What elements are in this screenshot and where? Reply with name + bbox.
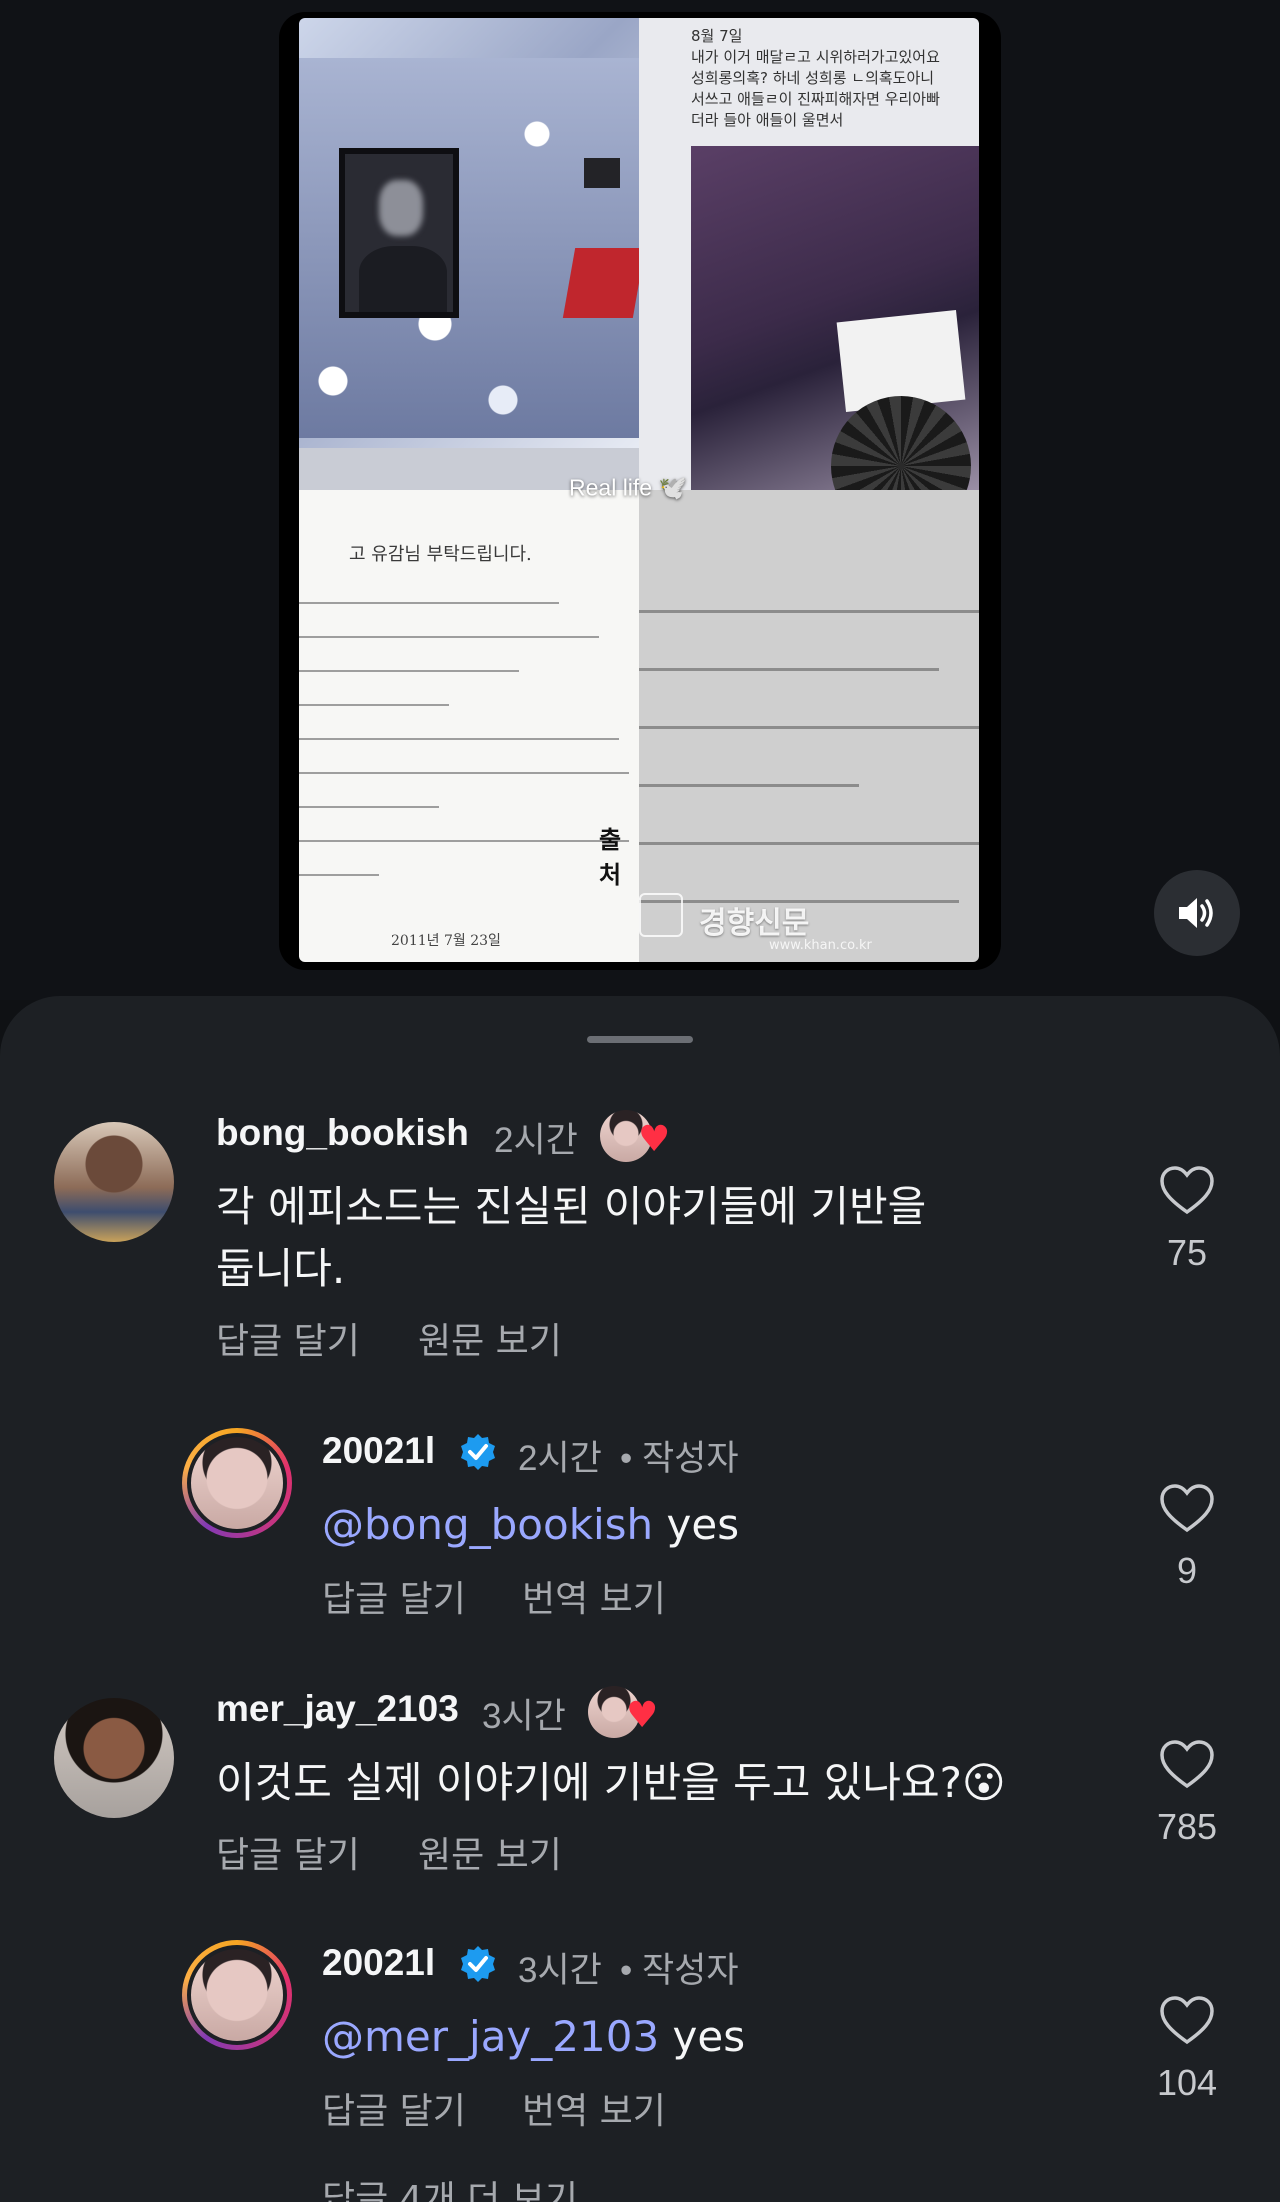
letter-line [299, 636, 599, 638]
video-area[interactable]: 8월 7일 내가 이거 매달ㄹ고 시위하러가고있어요 성희롱의혹? 하네 성희롱… [0, 0, 1280, 1000]
banner-fragment [584, 158, 620, 188]
heart-outline-icon[interactable] [1158, 1164, 1216, 1216]
comment-text-line: 둡니다. [216, 1244, 346, 1293]
comment-text-body: yes [659, 2012, 746, 2061]
see-translation-button[interactable]: 번역 보기 [522, 2082, 666, 2134]
video-caption: Real life 🕊️ [569, 474, 688, 501]
reply-button[interactable]: 답글 달기 [322, 2082, 466, 2134]
comment-text: 이것도 실제 이야기에 기반을 두고 있나요?😮 [216, 1758, 1006, 1807]
letter-line [639, 842, 979, 845]
blurred-face [379, 180, 423, 236]
heart-outline-icon[interactable] [1158, 1738, 1216, 1790]
like-count: 785 [1156, 1806, 1218, 1847]
heart-outline-icon[interactable] [1158, 1482, 1216, 1534]
comment-username[interactable]: mer_jay_2103 [216, 1688, 459, 1730]
comment-username[interactable]: bong_bookish [216, 1112, 469, 1154]
comment-text-line: 각 에피소드는 진실된 이야기들에 기반을 [216, 1182, 927, 1231]
like-count: 75 [1166, 1232, 1208, 1273]
source-label: 출처 [599, 826, 622, 889]
like-count: 9 [1176, 1550, 1198, 1591]
letter-line [639, 668, 939, 671]
reply-button[interactable]: 답글 달기 [322, 1570, 466, 1622]
verified-badge-icon [461, 1434, 495, 1470]
letter-date: 2011년 7월 23일 [391, 933, 501, 949]
avatar[interactable] [182, 1940, 292, 2050]
comment-time: 3시간 [482, 1697, 566, 1736]
newspaper-url: www.khan.co.kr [769, 938, 872, 953]
liked-by-author-badge: ♥ [588, 1686, 662, 1738]
letter-line [299, 772, 629, 774]
comment-time: 3시간 [518, 1951, 602, 1990]
heart-outline-icon[interactable] [1158, 1994, 1216, 2046]
mention-link[interactable]: @mer_jay_2103 [322, 2012, 659, 2061]
video-collage: 8월 7일 내가 이거 매달ㄹ고 시위하러가고있어요 성희롱의혹? 하네 성희롱… [299, 18, 979, 962]
letter-line [299, 704, 449, 706]
comment-text: @mer_jay_2103 yes [322, 2006, 745, 2068]
author-tag: • 작성자 [620, 1951, 739, 1990]
letter-line [299, 840, 629, 842]
speaker-icon [1179, 898, 1213, 928]
letter-heading: 고 유감님 부탁드립니다. [349, 544, 532, 565]
letter-line [299, 670, 519, 672]
letter-line [639, 610, 979, 613]
sheet-drag-handle[interactable] [587, 1036, 693, 1043]
reply-button[interactable]: 답글 달기 [216, 1826, 360, 1878]
comment-text: @bong_bookish yes [322, 1494, 739, 1556]
sound-toggle-button[interactable] [1154, 870, 1240, 956]
comment-username[interactable]: 20021l [322, 1942, 435, 1984]
letter-closeup [639, 490, 979, 962]
letter-line [639, 784, 859, 787]
reply-button[interactable]: 답글 달기 [216, 1312, 360, 1364]
letter-line [299, 738, 619, 740]
comment-time: 2시간 [518, 1439, 602, 1478]
author-avatar-image [187, 1945, 287, 2045]
post-text: 8월 7일 내가 이거 매달ㄹ고 시위하러가고있어요 성희롱의혹? 하네 성희롱… [691, 27, 940, 129]
like-count: 104 [1156, 2062, 1218, 2103]
see-original-button[interactable]: 원문 보기 [418, 1826, 562, 1878]
liked-by-author-badge: ♥ [600, 1110, 674, 1162]
see-original-button[interactable]: 원문 보기 [418, 1312, 562, 1364]
newspaper-watermark: 경향신문 [699, 906, 810, 941]
comment-username[interactable]: 20021l [322, 1430, 435, 1472]
handwritten-letter: 고 유감님 부탁드립니다. 출처 2011년 7월 23일 [299, 490, 639, 962]
video-player[interactable]: 8월 7일 내가 이거 매달ㄹ고 시위하러가고있어요 성희롱의혹? 하네 성희롱… [279, 12, 1001, 970]
comment-time: 2시간 [494, 1121, 578, 1160]
avatar[interactable] [54, 1122, 174, 1242]
heart-icon: ♥ [638, 1119, 671, 1160]
verified-badge-icon [461, 1946, 495, 1982]
mention-link[interactable]: @bong_bookish [322, 1500, 653, 1549]
avatar[interactable] [54, 1698, 174, 1818]
letter-line [639, 726, 979, 729]
letter-line [299, 602, 559, 604]
letter-line [299, 874, 379, 876]
author-avatar-image [187, 1433, 287, 1533]
comment-text-body: yes [653, 1500, 740, 1549]
ribbon-photo [691, 146, 979, 490]
portrait-suit [359, 246, 447, 312]
view-more-replies-button[interactable]: 답글 4개 더 보기 [322, 2174, 578, 2202]
letter-line [299, 806, 439, 808]
red-banner [562, 248, 639, 318]
post-screenshot: 8월 7일 내가 이거 매달ㄹ고 시위하러가고있어요 성희롱의혹? 하네 성희롱… [639, 18, 979, 490]
see-translation-button[interactable]: 번역 보기 [522, 1570, 666, 1622]
author-tag: • 작성자 [620, 1439, 739, 1478]
newspaper-logo-icon [639, 893, 683, 937]
comments-sheet[interactable]: bong_bookish 2시간 ♥ 각 에피소드는 진실된 이야기들에 기반을… [0, 996, 1280, 2202]
memorial-photo [299, 18, 639, 490]
memorial-portrait [339, 148, 459, 318]
heart-icon: ♥ [626, 1695, 659, 1736]
avatar[interactable] [182, 1428, 292, 1538]
